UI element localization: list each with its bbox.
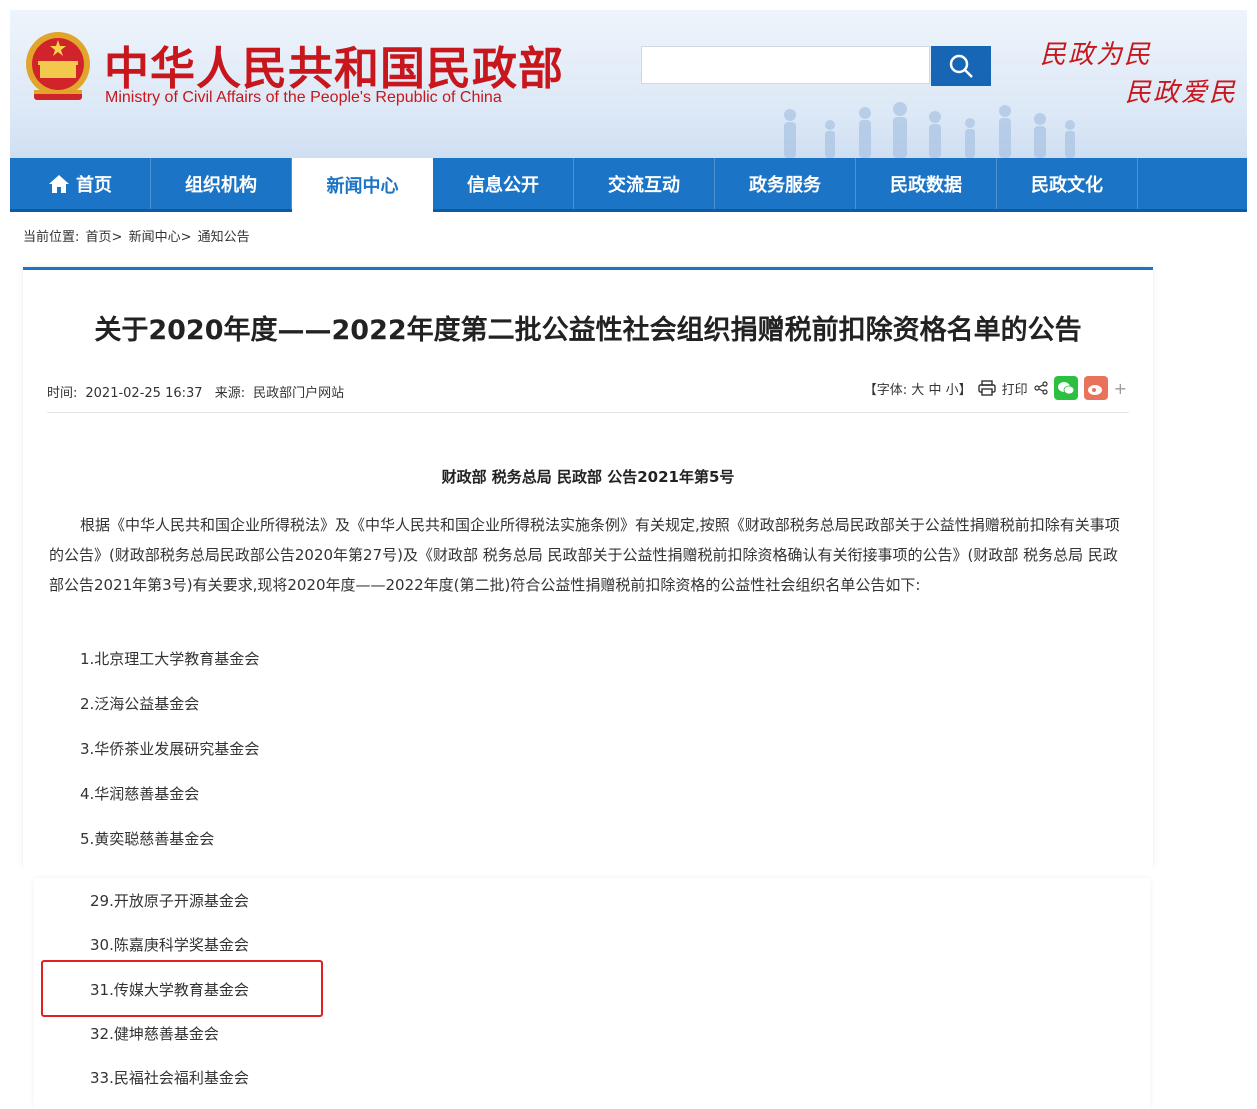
print-icon[interactable] (977, 380, 996, 396)
time-label: 时间: (47, 386, 78, 401)
nav-item-news-center[interactable]: 新闻中心 (292, 158, 433, 212)
breadcrumb-news-center[interactable]: 新闻中心> (129, 230, 192, 245)
document-number: 财政部 税务总局 民政部 公告2021年第5号 (441, 468, 735, 486)
article-meta: 时间: 2021-02-25 16:37 来源: 民政部门户网站 (47, 382, 352, 401)
search-icon (949, 54, 973, 78)
source-value: 民政部门户网站 (253, 386, 345, 401)
source-label: 来源: (214, 386, 246, 401)
nav-label-data: 民政数据 (890, 174, 962, 196)
breadcrumb-notices[interactable]: 通知公告 (198, 230, 250, 245)
breadcrumb: 当前位置: 首页> 新闻中心> 通知公告 (23, 226, 252, 245)
search-input[interactable] (641, 46, 930, 84)
article-tools: 【字体: 大 中 小】 打印 + (858, 376, 1127, 400)
home-icon (49, 174, 69, 193)
nav-label-interaction: 交流互动 (608, 174, 680, 196)
nav-label-culture: 民政文化 (1031, 174, 1103, 196)
list-item: 33.民福社会福利基金会 (90, 1069, 249, 1087)
list-item: 2.泛海公益基金会 (80, 695, 200, 713)
national-emblem-icon (26, 32, 90, 100)
share-icon[interactable] (1033, 381, 1048, 395)
list-item: 32.健坤慈善基金会 (90, 1025, 219, 1043)
nav-label-organization: 组织机构 (185, 174, 257, 196)
nav-item-organization[interactable]: 组织机构 (151, 158, 292, 209)
site-subtitle: Ministry of Civil Affairs of the People'… (105, 89, 502, 106)
meta-divider (47, 412, 1129, 413)
nav-item-interaction[interactable]: 交流互动 (574, 158, 715, 209)
excerpt-separator (0, 867, 1257, 878)
highlight-box (41, 960, 323, 1017)
article-title: 关于2020年度——2022年度第二批公益性社会组织捐赠税前扣除资格名单的公告 (94, 315, 1082, 346)
breadcrumb-home[interactable]: 首页> (86, 230, 123, 245)
slogan-line-1: 民政为民 (1040, 40, 1153, 70)
search-button[interactable] (931, 46, 991, 86)
nav-label-information: 信息公开 (467, 174, 539, 196)
nav-item-data[interactable]: 民政数据 (856, 158, 997, 209)
main-nav: 首页 组织机构 新闻中心 信息公开 交流互动 政务服务 民政数据 民政文化 (10, 158, 1247, 212)
nav-item-culture[interactable]: 民政文化 (997, 158, 1138, 209)
site-header: 中华人民共和国民政部 Ministry of Civil Affairs of … (10, 10, 1247, 158)
breadcrumb-prefix: 当前位置: (23, 230, 80, 245)
article-container: 关于2020年度——2022年度第二批公益性社会组织捐赠税前扣除资格名单的公告 … (23, 267, 1153, 870)
people-silhouette-decoration (784, 102, 1075, 158)
nav-label-home: 首页 (76, 174, 112, 196)
list-item: 3.华侨茶业发展研究基金会 (80, 740, 260, 758)
site-title[interactable]: 中华人民共和国民政部 (104, 32, 564, 97)
slogan-line-2: 民政爱民 (1125, 78, 1238, 108)
list-item: 30.陈嘉庚科学奖基金会 (90, 936, 249, 954)
nav-item-home[interactable]: 首页 (10, 158, 151, 209)
nav-label-news-center: 新闻中心 (326, 176, 399, 197)
publish-time: 2021-02-25 16:37 (85, 386, 203, 401)
wechat-share-icon[interactable] (1053, 376, 1078, 400)
font-size-selector[interactable]: 【字体: 大 中 小】 (864, 379, 972, 398)
list-item: 5.黄奕聪慈善基金会 (80, 830, 215, 848)
list-item: 1.北京理工大学教育基金会 (80, 650, 260, 668)
nav-item-information[interactable]: 信息公开 (433, 158, 574, 209)
more-share-button[interactable]: + (1114, 379, 1127, 398)
list-item: 4.华润慈善基金会 (80, 785, 200, 803)
print-button[interactable]: 打印 (1002, 379, 1028, 398)
article-body-paragraph: 根据《中华人民共和国企业所得税法》及《中华人民共和国企业所得税法实施条例》有关规… (49, 516, 1120, 594)
nav-label-services: 政务服务 (749, 174, 821, 196)
nav-item-services[interactable]: 政务服务 (715, 158, 856, 209)
weibo-share-icon[interactable] (1083, 376, 1108, 400)
list-item: 29.开放原子开源基金会 (90, 892, 249, 910)
